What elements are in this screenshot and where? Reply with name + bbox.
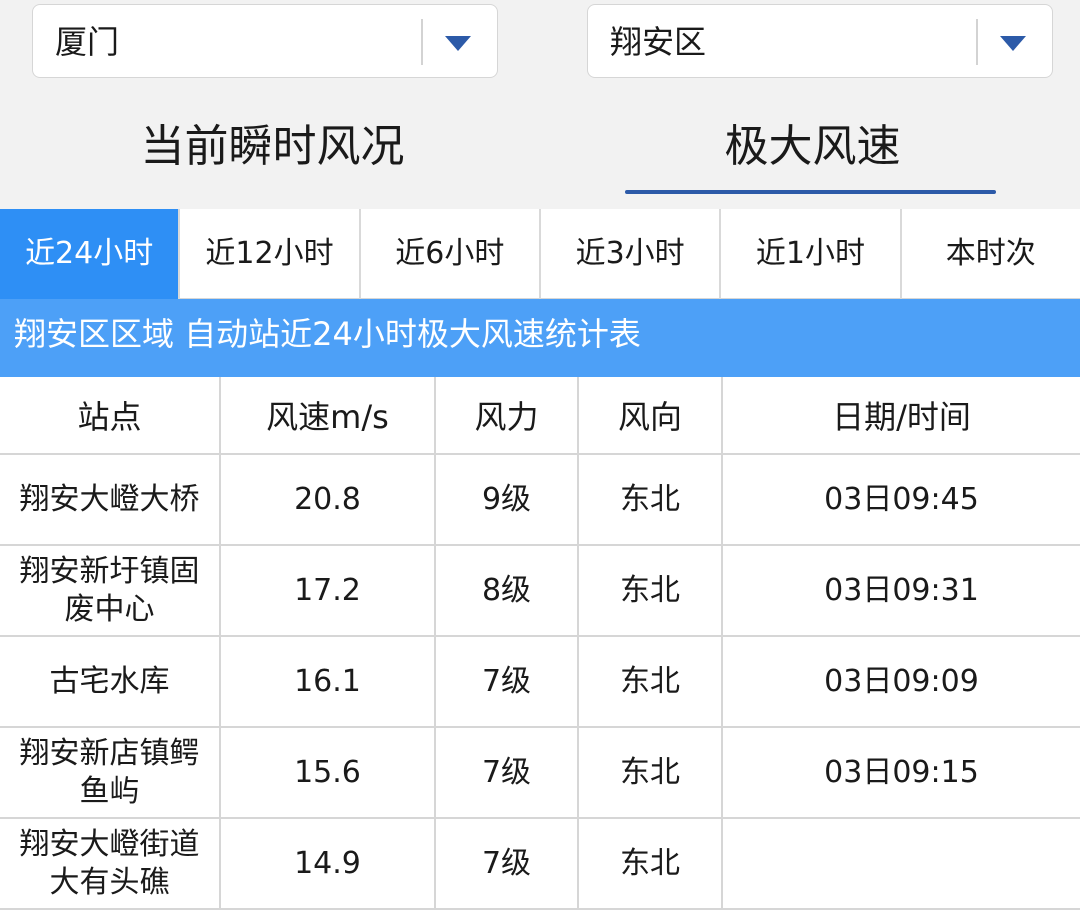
filter-header: 厦门 翔安区 当前瞬时风况 极大风速	[0, 0, 1080, 210]
district-select[interactable]: 翔安区	[587, 4, 1053, 78]
select-divider	[976, 19, 978, 65]
header-force[interactable]: 风力	[434, 377, 579, 455]
table-row[interactable]: 翔安新圩镇固废中心 17.2 8级 东北 03日09:31	[0, 544, 1080, 637]
tab-24h[interactable]: 近24小时	[0, 209, 181, 299]
tab-1h[interactable]: 近1小时	[721, 209, 902, 299]
datetime-cell	[721, 817, 1080, 910]
district-select-value: 翔安区	[610, 23, 707, 61]
force-cell: 7级	[434, 635, 579, 728]
table-header-row: 站点 风速m/s 风力 风向 日期/时间	[0, 377, 1080, 455]
force-cell: 9级	[434, 453, 579, 546]
table-title-banner: 翔安区区域 自动站近24小时极大风速统计表	[0, 299, 1080, 377]
direction-cell: 东北	[577, 817, 723, 910]
direction-cell: 东北	[577, 726, 723, 819]
tab-max-wind-speed[interactable]: 极大风速	[580, 112, 1045, 182]
station-cell: 翔安大嶝街道大有头礁	[0, 817, 221, 910]
header-datetime[interactable]: 日期/时间	[721, 377, 1080, 455]
speed-cell: 17.2	[219, 544, 436, 637]
header-speed[interactable]: 风速m/s	[219, 377, 436, 455]
datetime-cell: 03日09:15	[721, 726, 1080, 819]
tab-current-wind[interactable]: 当前瞬时风况	[40, 112, 505, 182]
tab-current-hour[interactable]: 本时次	[902, 209, 1080, 299]
speed-cell: 16.1	[219, 635, 436, 728]
speed-cell: 20.8	[219, 453, 436, 546]
datetime-cell: 03日09:45	[721, 453, 1080, 546]
tab-3h[interactable]: 近3小时	[541, 209, 722, 299]
datetime-cell: 03日09:31	[721, 544, 1080, 637]
header-direction[interactable]: 风向	[577, 377, 723, 455]
table-row[interactable]: 翔安大嶝大桥 20.8 9级 东北 03日09:45	[0, 453, 1080, 546]
city-select[interactable]: 厦门	[32, 4, 498, 78]
time-range-tabs: 近24小时 近12小时 近6小时 近3小时 近1小时 本时次	[0, 209, 1080, 299]
direction-cell: 东北	[577, 635, 723, 728]
station-cell: 翔安新圩镇固废中心	[0, 544, 221, 637]
direction-cell: 东北	[577, 544, 723, 637]
force-cell: 7级	[434, 817, 579, 910]
table-row[interactable]: 古宅水库 16.1 7级 东北 03日09:09	[0, 635, 1080, 728]
city-select-value: 厦门	[55, 23, 120, 61]
force-cell: 8级	[434, 544, 579, 637]
station-cell: 古宅水库	[0, 635, 221, 728]
table-row[interactable]: 翔安大嶝街道大有头礁 14.9 7级 东北	[0, 817, 1080, 910]
table-row[interactable]: 翔安新店镇鳄鱼屿 15.6 7级 东北 03日09:15	[0, 726, 1080, 819]
datetime-cell: 03日09:09	[721, 635, 1080, 728]
speed-cell: 14.9	[219, 817, 436, 910]
station-cell: 翔安大嶝大桥	[0, 453, 221, 546]
force-cell: 7级	[434, 726, 579, 819]
direction-cell: 东北	[577, 453, 723, 546]
tab-6h[interactable]: 近6小时	[361, 209, 541, 299]
chevron-down-icon[interactable]	[445, 36, 471, 51]
tab-12h[interactable]: 近12小时	[180, 209, 361, 299]
station-cell: 翔安新店镇鳄鱼屿	[0, 726, 221, 819]
wind-speed-table: 站点 风速m/s 风力 风向 日期/时间 翔安大嶝大桥 20.8 9级 东北 0…	[0, 377, 1080, 910]
active-tab-indicator	[625, 190, 996, 194]
select-divider	[421, 19, 423, 65]
speed-cell: 15.6	[219, 726, 436, 819]
header-station[interactable]: 站点	[0, 377, 221, 455]
chevron-down-icon[interactable]	[1000, 36, 1026, 51]
